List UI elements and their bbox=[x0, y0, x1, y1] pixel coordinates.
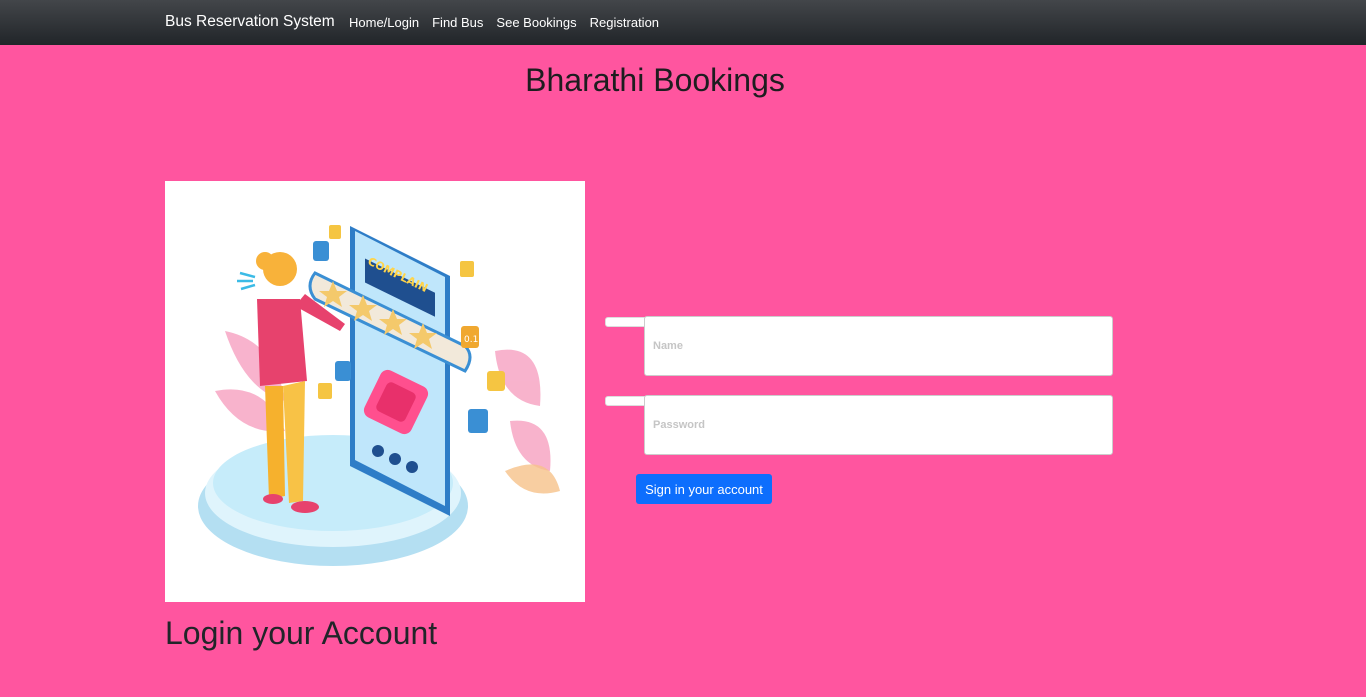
nav-link-registration[interactable]: Registration bbox=[590, 15, 659, 30]
svg-text:0.1: 0.1 bbox=[464, 335, 478, 345]
password-input-label bbox=[605, 396, 645, 406]
nav-link-see-bookings[interactable]: See Bookings bbox=[496, 15, 576, 30]
nav-links: Home/Login Find Bus See Bookings Registr… bbox=[349, 15, 659, 30]
nav-link-find-bus[interactable]: Find Bus bbox=[432, 15, 483, 30]
sign-in-button[interactable]: Sign in your account bbox=[636, 474, 772, 504]
password-input[interactable] bbox=[644, 395, 1113, 455]
login-heading: Login your Account bbox=[165, 615, 438, 651]
top-navbar: Bus Reservation System Home/Login Find B… bbox=[0, 0, 1366, 45]
brand-link[interactable]: Bus Reservation System bbox=[165, 13, 335, 31]
name-input[interactable] bbox=[644, 316, 1113, 376]
name-input-label bbox=[605, 317, 645, 327]
site-title: Bharathi Bookings bbox=[525, 62, 785, 98]
phone-illustration: COMPLAIN bbox=[350, 226, 450, 516]
hero-illustration: COMPLAIN 0.1 bbox=[165, 181, 585, 602]
nav-link-home-login[interactable]: Home/Login bbox=[349, 15, 419, 30]
